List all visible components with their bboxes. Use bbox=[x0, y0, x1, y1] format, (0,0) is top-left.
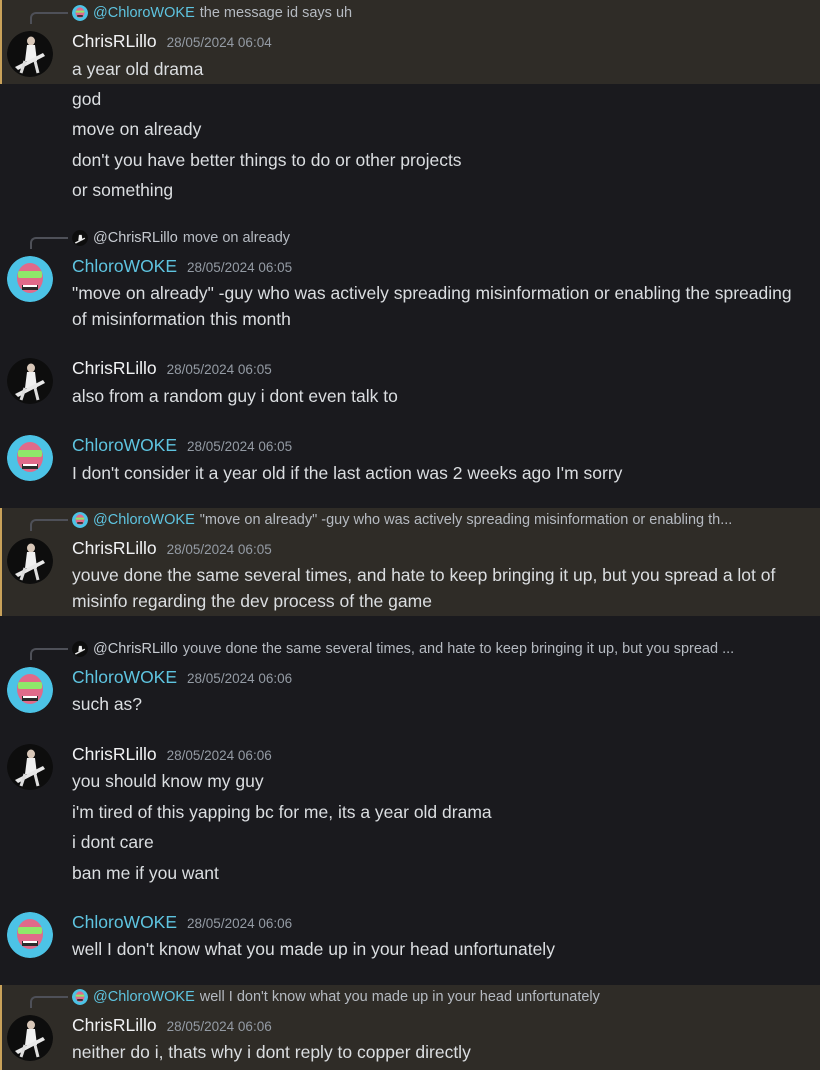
reply-text: "move on already" -guy who was actively … bbox=[199, 512, 733, 528]
reply-text: well I don't know what you made up in yo… bbox=[199, 989, 600, 1005]
timestamp[interactable]: 28/05/2024 06:05 bbox=[167, 362, 272, 377]
chloro-avatar[interactable] bbox=[7, 435, 53, 481]
username[interactable]: ChrisRLillo bbox=[72, 744, 157, 765]
message-header: ChloroWOKE 28/05/2024 06:05 bbox=[72, 435, 292, 457]
message-line: i dont care bbox=[72, 832, 154, 852]
message-line: well I don't know what you made up in yo… bbox=[72, 939, 555, 959]
username[interactable]: ChrisRLillo bbox=[72, 358, 157, 379]
message-line: i'm tired of this yapping bc for me, its… bbox=[72, 802, 492, 822]
username[interactable]: ChloroWOKE bbox=[72, 912, 177, 933]
reply-text: youve done the same several times, and h… bbox=[182, 641, 735, 657]
username[interactable]: ChloroWOKE bbox=[72, 256, 177, 277]
reply-author[interactable]: @ChloroWOKE bbox=[93, 5, 195, 21]
message-line: ban me if you want bbox=[72, 863, 219, 883]
reply-connector bbox=[30, 12, 68, 24]
chloro-avatar-icon bbox=[72, 5, 88, 21]
chat-log: @ChloroWOKE the message id says uh Chris… bbox=[0, 0, 820, 1070]
reply-preview[interactable]: @ChloroWOKE well I don't know what you m… bbox=[72, 987, 792, 1007]
reply-author[interactable]: @ChrisRLillo bbox=[93, 641, 178, 657]
timestamp[interactable]: 28/05/2024 06:05 bbox=[187, 260, 292, 275]
chris-avatar[interactable] bbox=[7, 538, 53, 584]
timestamp[interactable]: 28/05/2024 06:04 bbox=[167, 35, 272, 50]
timestamp[interactable]: 28/05/2024 06:06 bbox=[187, 916, 292, 931]
reply-connector bbox=[30, 519, 68, 531]
reply-text: the message id says uh bbox=[199, 5, 353, 21]
chloro-avatar-icon bbox=[72, 989, 88, 1005]
message-header: ChrisRLillo 28/05/2024 06:06 bbox=[72, 744, 272, 766]
message-line: also from a random guy i dont even talk … bbox=[72, 386, 398, 406]
message-line: move on already bbox=[72, 119, 202, 139]
username[interactable]: ChrisRLillo bbox=[72, 31, 157, 52]
chris-avatar[interactable] bbox=[7, 1015, 53, 1061]
reply-connector bbox=[30, 237, 68, 249]
message-line: don't you have better things to do or ot… bbox=[72, 150, 462, 170]
timestamp[interactable]: 28/05/2024 06:05 bbox=[167, 542, 272, 557]
reply-preview[interactable]: @ChloroWOKE the message id says uh bbox=[72, 3, 792, 23]
username[interactable]: ChrisRLillo bbox=[72, 1015, 157, 1036]
reply-preview[interactable]: @ChloroWOKE "move on already" -guy who w… bbox=[72, 510, 792, 530]
reply-connector bbox=[30, 996, 68, 1008]
message-line: neither do i, thats why i dont reply to … bbox=[72, 1042, 471, 1062]
timestamp[interactable]: 28/05/2024 06:06 bbox=[167, 748, 272, 763]
reply-author[interactable]: @ChloroWOKE bbox=[93, 512, 195, 528]
chris-avatar-icon bbox=[72, 230, 88, 246]
message-line: youve done the same several times, and h… bbox=[72, 565, 776, 611]
username[interactable]: ChrisRLillo bbox=[72, 538, 157, 559]
message-header: ChloroWOKE 28/05/2024 06:06 bbox=[72, 912, 292, 934]
reply-author[interactable]: @ChrisRLillo bbox=[93, 230, 178, 246]
message-line: a year old drama bbox=[72, 59, 204, 79]
reply-text: move on already bbox=[182, 230, 291, 246]
message-header: ChrisRLillo 28/05/2024 06:06 bbox=[72, 1015, 272, 1037]
chloro-avatar-icon bbox=[72, 512, 88, 528]
message-header: ChrisRLillo 28/05/2024 06:04 bbox=[72, 31, 272, 53]
chris-avatar[interactable] bbox=[7, 744, 53, 790]
message-header: ChrisRLillo 28/05/2024 06:05 bbox=[72, 538, 272, 560]
username[interactable]: ChloroWOKE bbox=[72, 435, 177, 456]
reply-connector bbox=[30, 648, 68, 660]
message-line: I don't consider it a year old if the la… bbox=[72, 463, 623, 483]
reply-preview[interactable]: @ChrisRLillo youve done the same several… bbox=[72, 639, 792, 659]
reply-preview[interactable]: @ChrisRLillo move on already bbox=[72, 228, 792, 248]
message-line: "move on already" -guy who was actively … bbox=[72, 283, 792, 329]
timestamp[interactable]: 28/05/2024 06:05 bbox=[187, 439, 292, 454]
message-line: god bbox=[72, 89, 102, 109]
message-header: ChloroWOKE 28/05/2024 06:06 bbox=[72, 667, 292, 689]
reply-author[interactable]: @ChloroWOKE bbox=[93, 989, 195, 1005]
chris-avatar[interactable] bbox=[7, 31, 53, 77]
message-line: such as? bbox=[72, 694, 143, 714]
chloro-avatar[interactable] bbox=[7, 256, 53, 302]
chris-avatar[interactable] bbox=[7, 358, 53, 404]
chris-avatar-icon bbox=[72, 641, 88, 657]
chloro-avatar[interactable] bbox=[7, 912, 53, 958]
message-header: ChloroWOKE 28/05/2024 06:05 bbox=[72, 256, 292, 278]
timestamp[interactable]: 28/05/2024 06:06 bbox=[187, 671, 292, 686]
chloro-avatar[interactable] bbox=[7, 667, 53, 713]
message-line: you should know my guy bbox=[72, 771, 264, 791]
message-header: ChrisRLillo 28/05/2024 06:05 bbox=[72, 358, 272, 380]
timestamp[interactable]: 28/05/2024 06:06 bbox=[167, 1019, 272, 1034]
message-line: or something bbox=[72, 180, 174, 200]
username[interactable]: ChloroWOKE bbox=[72, 667, 177, 688]
